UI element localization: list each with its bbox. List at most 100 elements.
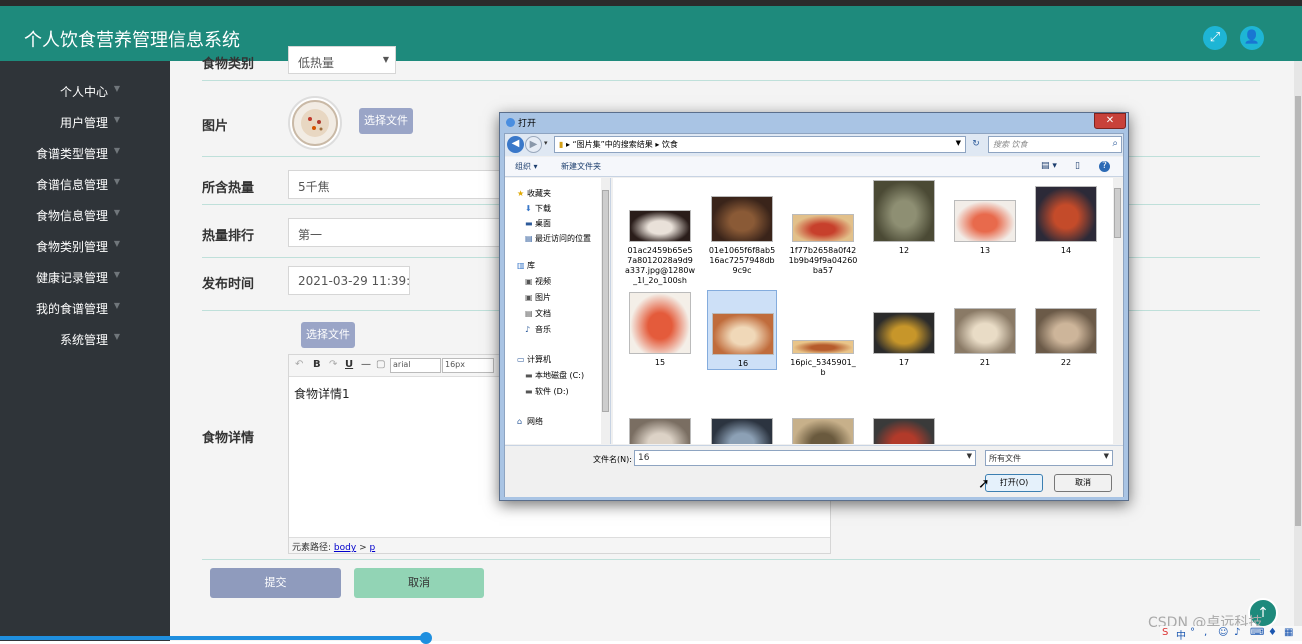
emoji-icon[interactable]: ☺	[1218, 627, 1228, 638]
nav-item-music[interactable]: ♪ 音乐	[525, 324, 551, 335]
file-tile[interactable]: 15	[625, 290, 695, 370]
publish-time-input[interactable]: 2021-03-29 11:39:39	[288, 266, 410, 295]
file-thumbnail	[873, 418, 935, 444]
punctuation-icon[interactable]: °	[1190, 627, 1195, 638]
recent-pages-icon[interactable]: ▾	[544, 139, 548, 147]
file-tile[interactable]: 13	[950, 178, 1020, 258]
sidebar-item-recipe-types[interactable]: 食谱类型管理 ▼	[0, 143, 170, 163]
nav-item-desktop[interactable]: ▬ 桌面	[525, 218, 551, 229]
voice-icon[interactable]: ♪	[1234, 627, 1240, 638]
sogou-icon[interactable]: S	[1162, 627, 1168, 638]
file-tile[interactable]	[707, 400, 777, 444]
nav-item-pictures[interactable]: ▣ 图片	[525, 292, 551, 303]
comma-icon[interactable]: ,	[1204, 627, 1207, 638]
nav-pane-scrollbar[interactable]	[601, 178, 610, 444]
filename-input[interactable]: 16 ▼	[634, 450, 976, 466]
hr-icon[interactable]: —	[361, 359, 371, 370]
chevron-down-icon[interactable]: ▼	[967, 452, 972, 460]
sidebar-item-system[interactable]: 系统管理 ▼	[0, 329, 170, 349]
nav-item-documents[interactable]: ▤ 文档	[525, 308, 551, 319]
dialog-cancel-button[interactable]: 取消	[1054, 474, 1112, 492]
sidebar-item-recipe-info[interactable]: 食谱信息管理 ▼	[0, 174, 170, 194]
font-size-select[interactable]: 16px	[442, 358, 494, 373]
sidebar-item-food-category[interactable]: 食物类别管理 ▼	[0, 236, 170, 256]
chevron-down-icon[interactable]: ▼	[1104, 452, 1109, 460]
file-tile[interactable]: 01ac2459b65e57a8012028a9d9a337.jpg@1280w…	[625, 178, 695, 285]
file-tile[interactable]	[788, 400, 858, 444]
redo-icon[interactable]: ↷	[329, 359, 337, 370]
toolbox-icon[interactable]: ▦	[1284, 627, 1293, 638]
forward-icon[interactable]: ▶	[525, 136, 542, 153]
nav-item-libraries[interactable]: ▥ 库	[517, 260, 535, 271]
bold-icon[interactable]: B	[313, 359, 321, 370]
sidebar-item-food-info[interactable]: 食物信息管理 ▼	[0, 205, 170, 225]
path-body-link[interactable]: body	[334, 543, 356, 553]
file-list-scrollbar-thumb[interactable]	[1114, 188, 1121, 238]
file-tile[interactable]	[625, 400, 695, 444]
video-progress-knob[interactable]	[420, 632, 432, 644]
category-select[interactable]: 低热量 ▼	[288, 46, 396, 74]
file-tile[interactable]: 01e1065f6f8ab516ac7257948db9c9c	[707, 178, 777, 275]
dialog-close-button[interactable]: ✕	[1094, 113, 1126, 129]
sidebar-item-my-recipes[interactable]: 我的食谱管理 ▼	[0, 298, 170, 318]
clear-format-icon[interactable]: ▢	[376, 359, 385, 370]
chevron-down-icon[interactable]: ▼	[956, 139, 961, 147]
file-tile[interactable]: 1f77b2658a0f421b9b49f9a04260ba57	[788, 178, 858, 275]
file-tile[interactable]: 22	[1031, 290, 1101, 370]
page-scrollbar-thumb[interactable]	[1295, 96, 1301, 526]
font-family-select[interactable]: arial	[390, 358, 441, 373]
submit-button[interactable]: 提交	[210, 568, 341, 598]
file-tile[interactable]	[869, 400, 939, 444]
category-label: 食物类别	[202, 57, 255, 72]
nav-item-favorites[interactable]: ★ 收藏夹	[517, 188, 551, 199]
app-header: 个人饮食营养管理信息系统 ⤢ 👤	[0, 6, 1302, 61]
skin-icon[interactable]: ♦	[1268, 627, 1277, 638]
search-icon[interactable]: ⌕	[1112, 138, 1118, 149]
keyboard-icon[interactable]: ⌨	[1250, 627, 1264, 638]
preview-pane-icon[interactable]: ▯	[1075, 161, 1080, 171]
file-tile[interactable]: 16pic_5345901_b	[788, 290, 858, 377]
nav-item-videos[interactable]: ▣ 视频	[525, 276, 551, 287]
video-progress-bar[interactable]	[0, 636, 428, 640]
file-tile[interactable]: 17	[869, 290, 939, 370]
new-folder-button[interactable]: 新建文件夹	[561, 161, 601, 172]
view-options-icon[interactable]: ▤ ▾	[1041, 161, 1057, 171]
undo-icon[interactable]: ↶	[295, 359, 303, 370]
file-tile[interactable]: 21	[950, 290, 1020, 370]
file-tile[interactable]: 14	[1031, 178, 1101, 258]
sidebar-item-personal-center[interactable]: 个人中心 ▼	[0, 81, 170, 101]
nav-item-drive-d[interactable]: ▬ 软件 (D:)	[525, 386, 569, 397]
expand-icon[interactable]: ⤢	[1203, 26, 1227, 50]
choose-image-button[interactable]: 选择文件	[359, 108, 413, 134]
nav-item-drive-c[interactable]: ▬ 本地磁盘 (C:)	[525, 370, 584, 381]
ime-icon[interactable]: 中	[1176, 627, 1186, 642]
file-list-scrollbar[interactable]	[1113, 178, 1122, 444]
sidebar-item-users[interactable]: 用户管理 ▼	[0, 112, 170, 132]
nav-item-network[interactable]: ⌂ 网络	[517, 416, 543, 427]
path-p-link[interactable]: p	[369, 543, 375, 553]
open-button[interactable]: 打开(O)	[985, 474, 1043, 492]
help-icon[interactable]: ?	[1099, 161, 1110, 172]
nav-pane-scrollbar-thumb[interactable]	[602, 190, 609, 412]
file-type-select[interactable]: 所有文件 ▼	[985, 450, 1113, 466]
search-input[interactable]: 搜索 饮食 ⌕	[988, 136, 1122, 153]
editor-content[interactable]: 食物详情1	[294, 385, 350, 402]
sidebar-item-health-records[interactable]: 健康记录管理 ▼	[0, 267, 170, 287]
rank-input[interactable]: 第一	[288, 218, 500, 247]
nav-item-recent[interactable]: ▤ 最近访问的位置	[525, 233, 591, 244]
organize-menu[interactable]: 组织 ▾	[515, 161, 538, 172]
back-icon[interactable]: ◀	[507, 136, 524, 153]
file-tile[interactable]: 16	[707, 290, 777, 370]
file-tile[interactable]: 12	[869, 178, 939, 258]
nav-item-downloads[interactable]: ⬇ 下载	[525, 203, 551, 214]
navigation-pane: ★ 收藏夹 ⬇ 下载 ▬ 桌面 ▤ 最近访问的位置 ▥ 库 ▣ 视频 ▣ 图片 ▤ 文档 ♪ 音乐…	[505, 178, 611, 444]
address-field[interactable]: ▮ ▸ “图片集”中的搜索结果 ▸ 饮食 ▼	[554, 136, 966, 153]
detail-choose-file-button[interactable]: 选择文件	[301, 322, 355, 348]
nav-item-computer[interactable]: ▭ 计算机	[517, 354, 551, 365]
user-icon[interactable]: 👤	[1240, 26, 1264, 50]
page-scrollbar[interactable]	[1294, 61, 1302, 641]
cancel-button[interactable]: 取消	[354, 568, 484, 598]
underline-icon[interactable]: U	[345, 359, 353, 370]
calories-input[interactable]: 5千焦	[288, 170, 500, 199]
refresh-icon[interactable]: ↻	[968, 136, 984, 153]
